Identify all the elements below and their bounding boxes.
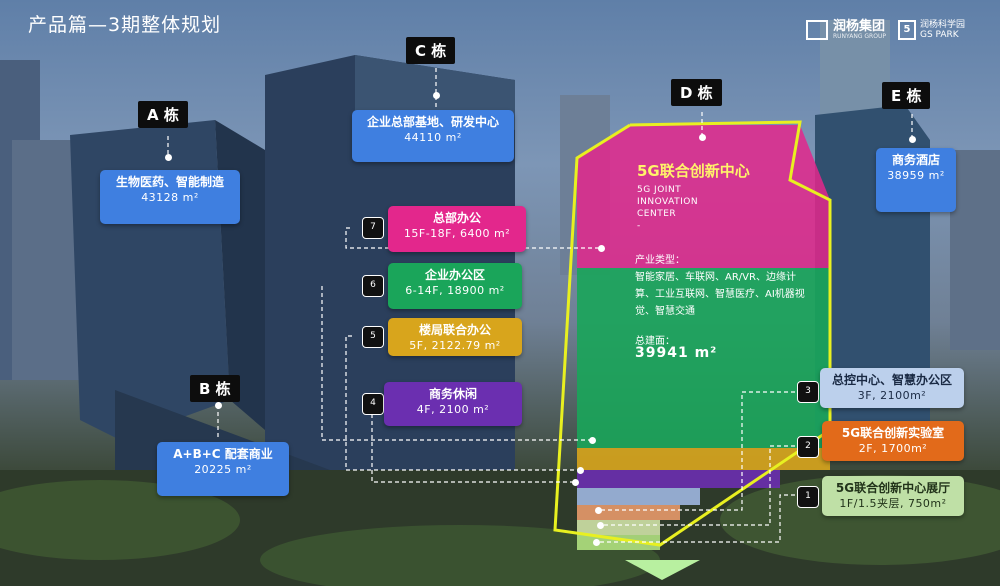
building-e-use: 商务酒店: [891, 153, 940, 167]
floor-1-title: 5G联合创新中心展厅: [835, 481, 951, 495]
building-b-dot: [215, 402, 222, 409]
gs-park-logo-icon: 5: [898, 20, 916, 40]
brand2-sub: GS PARK: [920, 30, 959, 40]
d-center-types: 产业类型： 智能家居、车联网、AR/VR、边缘计算、工业互联网、智慧医疗、AI机…: [635, 252, 805, 320]
building-b-tag: B 栋: [190, 375, 240, 402]
page-title: 产品篇—3期整体规划: [28, 14, 222, 36]
d-dot-2: [597, 522, 604, 529]
floor-5-title: 楼局联合办公: [418, 323, 491, 337]
floor-tag-3: 3: [797, 381, 819, 403]
floor-3-detail: 3F, 2100m²: [857, 389, 927, 402]
floor-7-detail: 15F-18F, 6400 m²: [403, 227, 511, 240]
building-b-area: 20225 m²: [194, 463, 252, 476]
building-d-tag: D 栋: [671, 79, 722, 106]
building-c-info: 企业总部基地、研发中心 44110 m²: [352, 110, 514, 162]
brand2-name: 润杨科学园: [920, 20, 966, 30]
runyang-group-logo: 润杨集团 RUNYANG GROUP: [806, 20, 886, 40]
floor-3-title: 总控中心、智慧办公区: [831, 373, 952, 387]
floor-tag-5: 5: [362, 326, 384, 348]
runyang-logo-icon: [806, 20, 828, 40]
building-e-tag: E 栋: [882, 82, 931, 109]
slide: 产品篇—3期整体规划 润杨集团 RUNYANG GROUP 5 润杨科学园 GS…: [0, 0, 1000, 586]
d-dot-3: [595, 507, 602, 514]
floor-4-title: 商务休闲: [428, 387, 477, 401]
floor-5-detail: 5F, 2122.79 m²: [409, 339, 501, 352]
building-c-use: 企业总部基地、研发中心: [366, 115, 499, 129]
floor-callout-7: 总部办公 15F-18F, 6400 m²: [388, 206, 526, 252]
d-dot-7: [598, 245, 605, 252]
d-center-name: 5G联合创新中心: [637, 162, 750, 180]
d-center-name-en: 5G JOINT INNOVATION CENTER -: [637, 185, 699, 231]
floor-1-detail: 1F/1.5夹层, 750m²: [839, 497, 947, 510]
floor-tag-2: 2: [797, 436, 819, 458]
floor-tag-4: 4: [362, 393, 384, 415]
gs-park-logo: 5 润杨科学园 GS PARK: [898, 20, 965, 40]
building-a-info: 生物医药、智能制造 43128 m²: [100, 170, 240, 224]
floor-callout-5: 楼局联合办公 5F, 2122.79 m²: [388, 318, 522, 356]
brand1-name: 润杨集团: [833, 19, 886, 34]
building-c-tag: C 栋: [406, 37, 456, 64]
floor-callout-6: 企业办公区 6-14F, 18900 m²: [388, 263, 522, 309]
floor-callout-4: 商务休闲 4F, 2100 m²: [384, 382, 522, 426]
d-center-area: 39941 m²: [635, 345, 718, 361]
floor-tag-6: 6: [362, 275, 384, 297]
building-a-area: 43128 m²: [141, 191, 199, 204]
d-center-types-label: 产业类型：: [635, 255, 685, 266]
d-dot-5: [577, 467, 584, 474]
building-a-dot: [165, 154, 172, 161]
building-c-area: 44110 m²: [404, 131, 462, 144]
building-b-use: A+B+C 配套商业: [173, 447, 273, 461]
floor-tag-7: 7: [362, 217, 384, 239]
d-dot-1: [593, 539, 600, 546]
d-dot-6: [589, 437, 596, 444]
floor-2-title: 5G联合创新实验室: [841, 426, 945, 440]
building-a-use: 生物医药、智能制造: [115, 175, 224, 189]
floor-6-title: 企业办公区: [424, 268, 485, 282]
floor-tag-1: 1: [797, 486, 819, 508]
floor-callout-3: 总控中心、智慧办公区 3F, 2100m²: [820, 368, 964, 408]
floor-2-detail: 2F, 1700m²: [858, 442, 928, 455]
building-c-dot: [433, 92, 440, 99]
floor-6-detail: 6-14F, 18900 m²: [405, 284, 505, 297]
building-b-info: A+B+C 配套商业 20225 m²: [157, 442, 289, 496]
floor-7-title: 总部办公: [432, 211, 481, 225]
building-e-area: 38959 m²: [887, 169, 945, 182]
d-center-types-list: 智能家居、车联网、AR/VR、边缘计算、工业互联网、智慧医疗、AI机器视觉、智慧…: [635, 272, 805, 317]
d-dot-4: [572, 479, 579, 486]
floor-4-detail: 4F, 2100 m²: [416, 403, 490, 416]
building-d-dot: [699, 134, 706, 141]
floor-callout-1: 5G联合创新中心展厅 1F/1.5夹层, 750m²: [822, 476, 964, 516]
floor-callout-2: 5G联合创新实验室 2F, 1700m²: [822, 421, 964, 461]
brand1-sub: RUNYANG GROUP: [833, 33, 886, 40]
building-e-info: 商务酒店 38959 m²: [876, 148, 956, 212]
building-a-tag: A 栋: [138, 101, 188, 128]
building-e-dot: [909, 136, 916, 143]
